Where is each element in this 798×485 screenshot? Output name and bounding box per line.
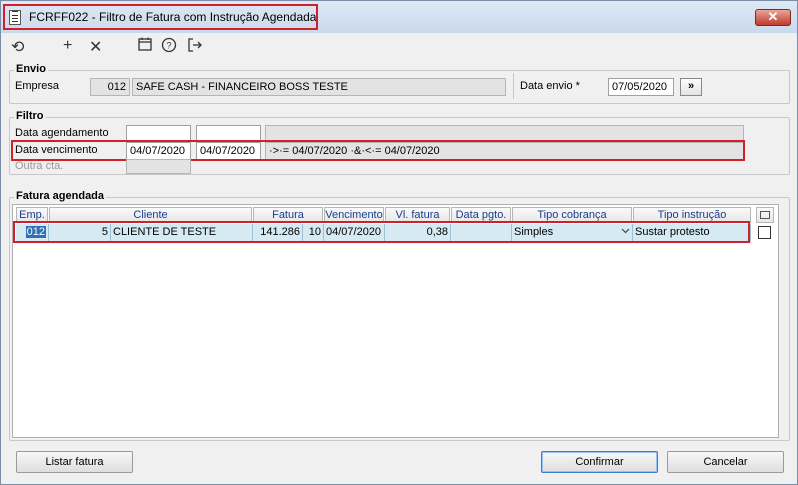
col-header-data-pgto[interactable]: Data pgto. (451, 207, 511, 223)
title-bar: FCRFF022 - Filtro de Fatura com Instruçã… (1, 1, 797, 33)
empresa-code-field: 012 (90, 78, 130, 96)
row-emp[interactable]: 012 (16, 224, 49, 242)
row-vencimento[interactable]: 04/07/2020 (324, 224, 385, 242)
toolbar: ⟲ + ✕ ? (1, 35, 797, 61)
envio-legend: Envio (14, 63, 48, 75)
data-agendamento-to-field[interactable] (196, 125, 261, 143)
chevron-down-icon[interactable] (621, 224, 630, 241)
col-header-vencimento[interactable]: Vencimento (324, 207, 384, 223)
title-highlight-box (3, 4, 318, 30)
select-all-header[interactable] (756, 207, 774, 223)
row-emp-value: 012 (25, 226, 46, 238)
data-vencimento-label: Data vencimento (15, 144, 98, 156)
col-header-fatura[interactable]: Fatura (253, 207, 323, 223)
col-header-emp[interactable]: Emp. (16, 207, 48, 223)
confirmar-button[interactable]: Confirmar (541, 451, 658, 473)
row-parcela[interactable]: 10 (303, 224, 324, 242)
fatura-grid: Emp. Cliente Fatura Vencimento Vl. fatur… (12, 204, 779, 438)
col-header-tipo-instrucao[interactable]: Tipo instrução (633, 207, 751, 223)
row-cliente-name[interactable]: CLIENTE DE TESTE (111, 224, 253, 242)
row-data-pgto[interactable] (451, 224, 512, 242)
select-all-checkbox[interactable] (760, 211, 770, 219)
col-header-vl-fatura[interactable]: Vl. fatura (385, 207, 450, 223)
svg-text:?: ? (166, 41, 171, 51)
close-button[interactable]: ✕ (755, 9, 791, 26)
refresh-icon[interactable]: ⟲ (11, 37, 24, 57)
calendar-icon[interactable] (138, 37, 152, 56)
data-agendamento-expr (265, 125, 744, 143)
next-button[interactable]: » (680, 78, 702, 96)
outra-cta-field (126, 159, 191, 174)
data-agendamento-from-field[interactable] (126, 125, 191, 143)
data-vencimento-to-field[interactable]: 04/07/2020 (196, 142, 261, 160)
data-agendamento-label: Data agendamento (15, 127, 109, 139)
help-icon[interactable]: ? (161, 37, 177, 58)
cancelar-button[interactable]: Cancelar (667, 451, 784, 473)
outra-cta-label: Outra cta. (15, 160, 64, 172)
row-vl-fatura[interactable]: 0,38 (385, 224, 451, 242)
listar-fatura-button[interactable]: Listar fatura (16, 451, 133, 473)
exit-icon[interactable] (187, 37, 203, 58)
col-header-tipo-cobranca[interactable]: Tipo cobrança (512, 207, 632, 223)
data-envio-label: Data envio * (520, 80, 580, 92)
plus-icon[interactable]: + (63, 37, 72, 55)
row-checkbox[interactable] (758, 226, 771, 239)
x-icon[interactable]: ✕ (89, 37, 102, 57)
row-tipo-cobranca-value: Simples (514, 226, 554, 238)
data-vencimento-expr: ·>·= 04/07/2020 ·&·<·= 04/07/2020 (265, 142, 744, 160)
main-window: FCRFF022 - Filtro de Fatura com Instruçã… (0, 0, 798, 485)
fatura-agendada-legend: Fatura agendada (14, 190, 107, 202)
empresa-label: Empresa (15, 80, 60, 92)
row-tipo-cobranca[interactable]: Simples (512, 224, 633, 242)
row-fatura[interactable]: 141.286 (253, 224, 303, 242)
row-cliente-code[interactable]: 5 (49, 224, 111, 242)
row-tipo-instrucao[interactable]: Sustar protesto (633, 224, 751, 242)
data-envio-field[interactable]: 07/05/2020 (608, 78, 674, 96)
col-header-cliente[interactable]: Cliente (49, 207, 252, 223)
data-vencimento-from-field[interactable]: 04/07/2020 (126, 142, 191, 160)
envio-divider (513, 73, 514, 99)
empresa-name-field: SAFE CASH - FINANCEIRO BOSS TESTE (132, 78, 506, 96)
filtro-legend: Filtro (14, 110, 46, 122)
